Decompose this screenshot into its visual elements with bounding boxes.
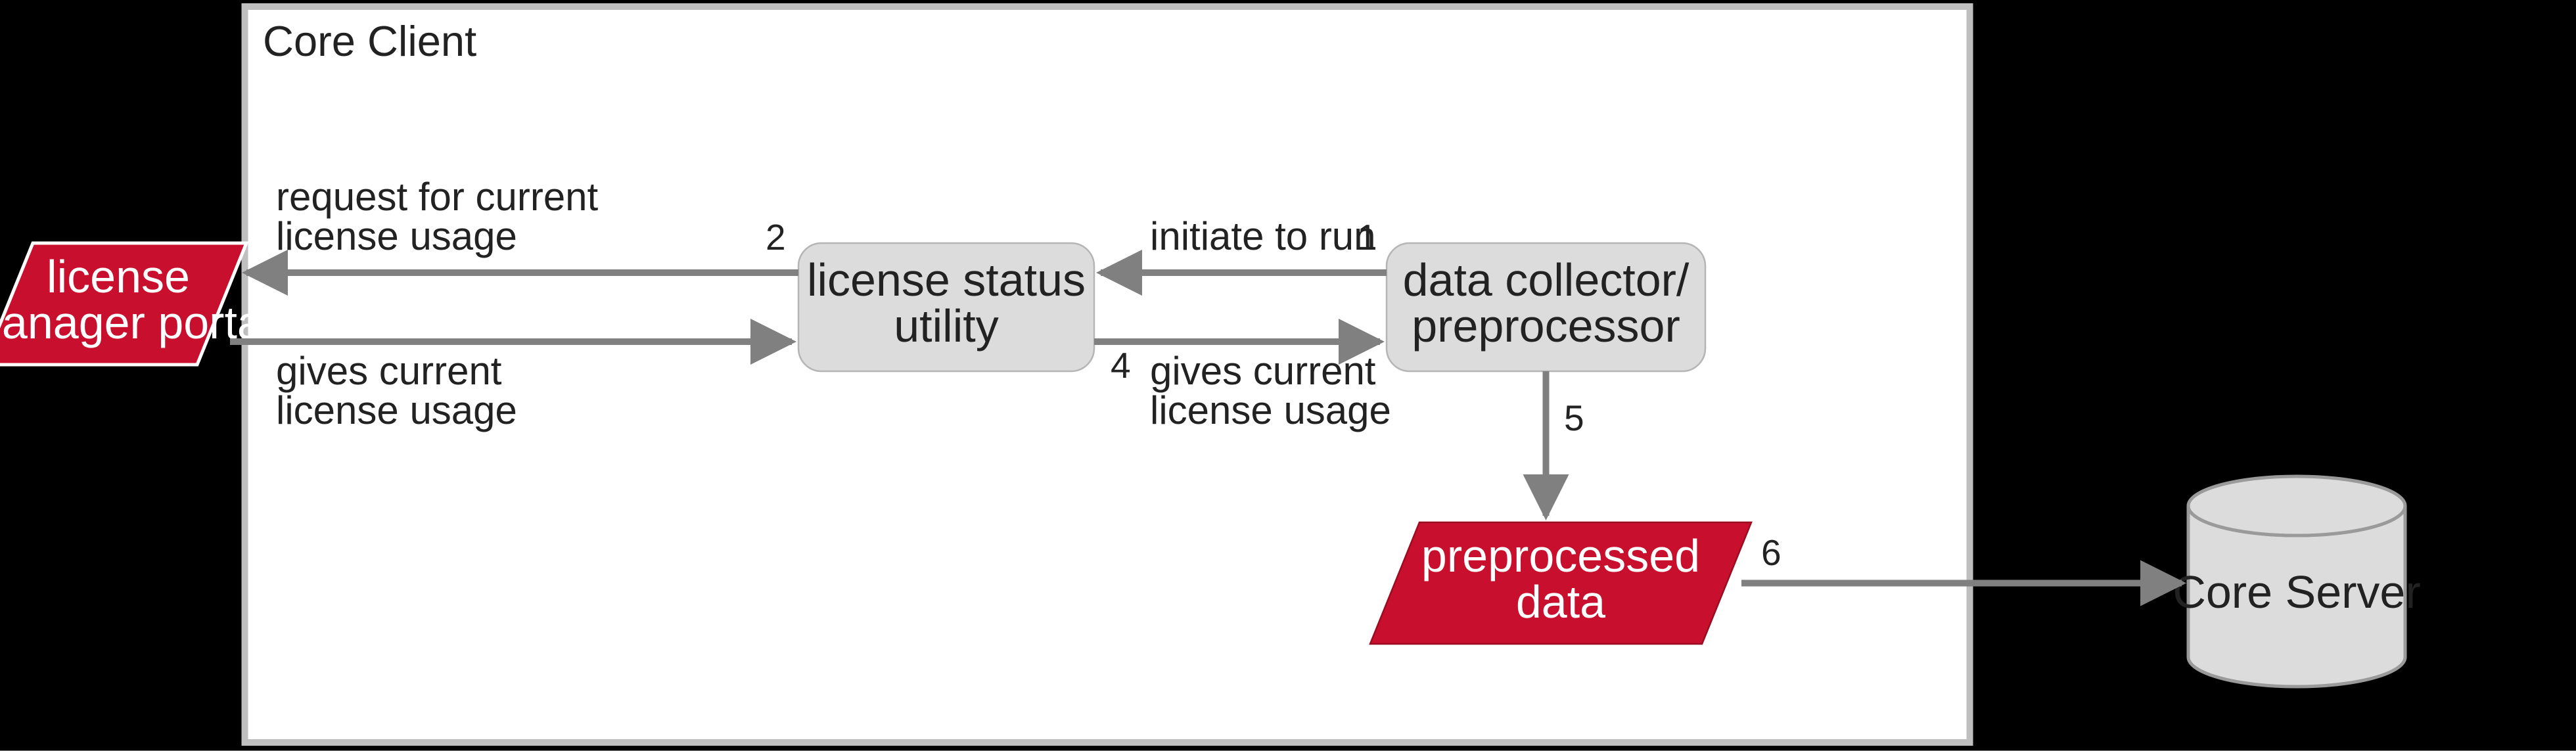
core-server-label: Core Server xyxy=(2173,566,2420,618)
edge-request-label-2: license usage xyxy=(276,214,517,258)
license-manager-portal-node2: license manager portal xyxy=(0,243,273,365)
edge-request-label-1: request for current xyxy=(276,175,599,219)
preprocessed-label-2: data xyxy=(1516,576,1605,627)
license-manager-portal-label-1: license xyxy=(47,251,190,302)
edge-initiate-label: initiate to run xyxy=(1150,214,1376,258)
core-server-node: Core Server xyxy=(2173,476,2420,687)
architecture-diagram: Core Client license manage xyxy=(0,0,2576,751)
data-collector-label-1: data collector/ xyxy=(1403,254,1690,306)
edge-gives2-label-2: license usage xyxy=(1150,388,1391,432)
edge-initiate-step: 1 xyxy=(1357,217,1377,258)
edge-gives2-label-1: gives current xyxy=(1150,349,1376,393)
edge-gives1-label-2: license usage xyxy=(276,388,517,432)
data-collector-node: data collector/ preprocessor xyxy=(1387,243,1705,371)
edge-to-preprocessed-step: 5 xyxy=(1564,398,1584,438)
core-client-container: Core Client xyxy=(245,7,1970,742)
preprocessed-data-node: preprocessed data xyxy=(1370,522,1751,644)
edge-gives2-step: 4 xyxy=(1111,345,1131,386)
edge-request-step: 2 xyxy=(766,217,786,258)
license-status-label-2: utility xyxy=(894,300,998,352)
edge-to-server-step: 6 xyxy=(1761,532,1782,573)
preprocessed-label-1: preprocessed xyxy=(1421,530,1700,581)
license-status-label-1: license status xyxy=(807,254,1086,306)
core-client-title: Core Client xyxy=(263,17,476,65)
edge-gives1-label-1: gives current xyxy=(276,349,502,393)
data-collector-label-2: preprocessor xyxy=(1412,300,1680,352)
license-status-utility-node: license status utility xyxy=(798,243,1094,371)
